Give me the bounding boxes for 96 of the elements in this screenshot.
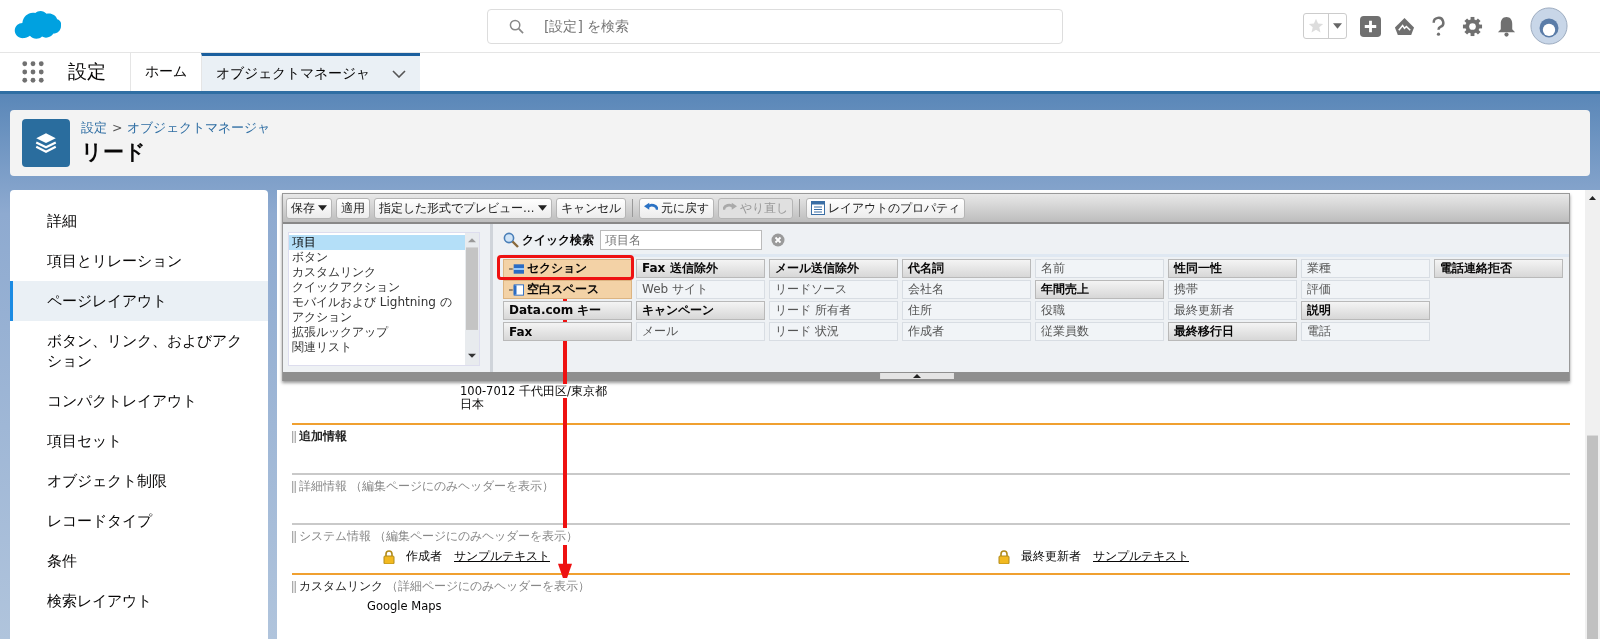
caret-icon <box>1333 23 1342 29</box>
star-icon <box>1308 18 1324 34</box>
breadcrumb-link[interactable]: オブジェクトマネージャ <box>127 120 271 137</box>
table-icon <box>810 201 825 215</box>
field-item[interactable]: 電話連絡拒否 <box>1434 259 1563 278</box>
field-item[interactable]: リードソース <box>769 280 898 299</box>
page-title: リード <box>81 139 147 166</box>
scrollbar-drawing[interactable] <box>465 233 479 365</box>
field-value-link[interactable]: サンプルテキスト <box>454 548 550 565</box>
field-label: 作成者 <box>406 548 442 565</box>
quick-search-field[interactable]: 項目名 <box>600 230 762 250</box>
field-item[interactable]: 説明 <box>1301 301 1430 320</box>
sidebar-item[interactable]: ページレイアウト <box>10 281 268 321</box>
layers-icon <box>22 119 70 167</box>
field-item[interactable]: Fax <box>503 322 632 341</box>
sidebar-item[interactable]: レコードタイプ <box>10 501 268 541</box>
sidebar-item[interactable]: 検索レイアウト <box>10 581 268 621</box>
field-label: 最終更新者 <box>1021 548 1081 565</box>
drag-handle-icon[interactable] <box>292 580 296 593</box>
toolbar-button[interactable]: キャンセル <box>555 197 626 219</box>
field-item[interactable]: キャンペーン <box>636 301 765 320</box>
field-item[interactable]: 空白スペース <box>503 280 632 299</box>
field-item[interactable]: 役職 <box>1035 301 1164 320</box>
field-item[interactable]: 電話 <box>1301 322 1430 341</box>
settings-icon[interactable] <box>1462 15 1483 37</box>
field-item[interactable]: 業種 <box>1301 259 1430 278</box>
field-item[interactable]: リード 状況 <box>769 322 898 341</box>
drag-handle-icon[interactable] <box>292 430 296 443</box>
app-launcher-icon[interactable] <box>22 61 44 83</box>
field-item[interactable]: 会社名 <box>902 280 1031 299</box>
custom-link[interactable]: Google Maps <box>367 599 442 613</box>
dropdown-button[interactable]: 指定した形式でプレビュー… <box>374 197 552 219</box>
field-item[interactable]: 代名詞 <box>902 259 1031 278</box>
magnifier-icon <box>503 232 519 248</box>
address-text: 100-7012 千代田区/東京都 <box>460 384 607 398</box>
favorites-button[interactable] <box>1303 13 1347 39</box>
field-item[interactable]: リード 所有者 <box>769 301 898 320</box>
mountain-icon[interactable] <box>1394 15 1415 37</box>
address-text: 日本 <box>460 397 484 411</box>
section-icon <box>509 262 524 275</box>
field-item[interactable]: 最終更新者 <box>1168 301 1297 320</box>
search-field[interactable]: [設定] を検索 <box>487 8 1063 44</box>
breadcrumb-link[interactable]: 設定 <box>81 120 107 137</box>
field-item[interactable]: 名前 <box>1035 259 1164 278</box>
field-item[interactable]: 年間売上 <box>1035 280 1164 299</box>
section-title: システム情報 <box>299 528 371 545</box>
drag-handle-icon[interactable] <box>292 480 296 493</box>
sidebar-item[interactable]: コンパクトレイアウト <box>10 381 268 421</box>
bell-icon[interactable] <box>1496 15 1517 37</box>
field-item[interactable]: 携帯 <box>1168 280 1297 299</box>
field-item[interactable]: メール <box>636 322 765 341</box>
field-item[interactable]: Data.com キー <box>503 301 632 320</box>
dropdown-button[interactable]: 保存 <box>286 197 332 219</box>
sidebar-item[interactable]: 項目セット <box>10 421 268 461</box>
section-title: カスタムリンク <box>299 578 383 595</box>
section-title: 追加情報 <box>299 428 347 445</box>
resize-handle-drawing[interactable] <box>283 372 1569 381</box>
toolbar-button[interactable]: 適用 <box>336 197 370 219</box>
category-item[interactable]: 項目 <box>289 235 465 250</box>
field-value-link[interactable]: サンプルテキスト <box>1093 548 1189 565</box>
plus-icon[interactable] <box>1360 15 1381 37</box>
field-item[interactable]: 評価 <box>1301 280 1430 299</box>
category-item[interactable]: ボタン <box>289 250 465 265</box>
field-item[interactable]: メール送信除外 <box>769 259 898 278</box>
category-item[interactable]: 関連リスト <box>289 340 465 355</box>
caret-icon <box>537 205 547 211</box>
field-item[interactable]: 最終移行日 <box>1168 322 1297 341</box>
sidebar-item[interactable]: 条件 <box>10 541 268 581</box>
blank-space-icon <box>509 283 524 296</box>
sidebar-item[interactable]: 項目とリレーション <box>10 241 268 281</box>
clear-icon[interactable] <box>771 233 785 247</box>
sidebar-item[interactable]: オブジェクト制限 <box>10 461 268 501</box>
category-item[interactable]: 拡張ルックアップ <box>289 325 465 340</box>
search-icon <box>509 18 524 34</box>
category-item[interactable]: モバイルおよび Lightning のアクション <box>289 295 465 325</box>
caret-icon <box>318 205 327 211</box>
app-name: 設定 <box>68 59 107 84</box>
toolbar-button[interactable]: 元に戻す <box>638 197 714 219</box>
category-item[interactable]: クイックアクション <box>289 280 465 295</box>
quick-search-label: クイック検索 <box>522 231 594 249</box>
toolbar-button[interactable]: レイアウトのプロパティ <box>805 197 965 219</box>
section-title: 詳細情報 <box>299 478 347 495</box>
sidebar-item[interactable]: ボタン、リンク、およびアクション <box>10 321 268 381</box>
breadcrumb-separator: > <box>112 120 123 137</box>
category-item[interactable]: カスタムリンク <box>289 265 465 280</box>
avatar-icon[interactable] <box>1530 7 1568 45</box>
sidebar-item[interactable]: 詳細 <box>10 201 268 241</box>
field-item[interactable]: 従業員数 <box>1035 322 1164 341</box>
field-item[interactable]: 性同一性 <box>1168 259 1297 278</box>
field-item[interactable]: Fax 送信除外 <box>636 259 765 278</box>
field-item[interactable]: 住所 <box>902 301 1031 320</box>
nav-tab[interactable]: オブジェクトマネージャ <box>201 53 420 91</box>
field-item[interactable]: 作成者 <box>902 322 1031 341</box>
scrollbar-drawing[interactable] <box>1585 190 1600 639</box>
field-item[interactable]: Web サイト <box>636 280 765 299</box>
drag-handle-icon[interactable] <box>292 530 296 543</box>
